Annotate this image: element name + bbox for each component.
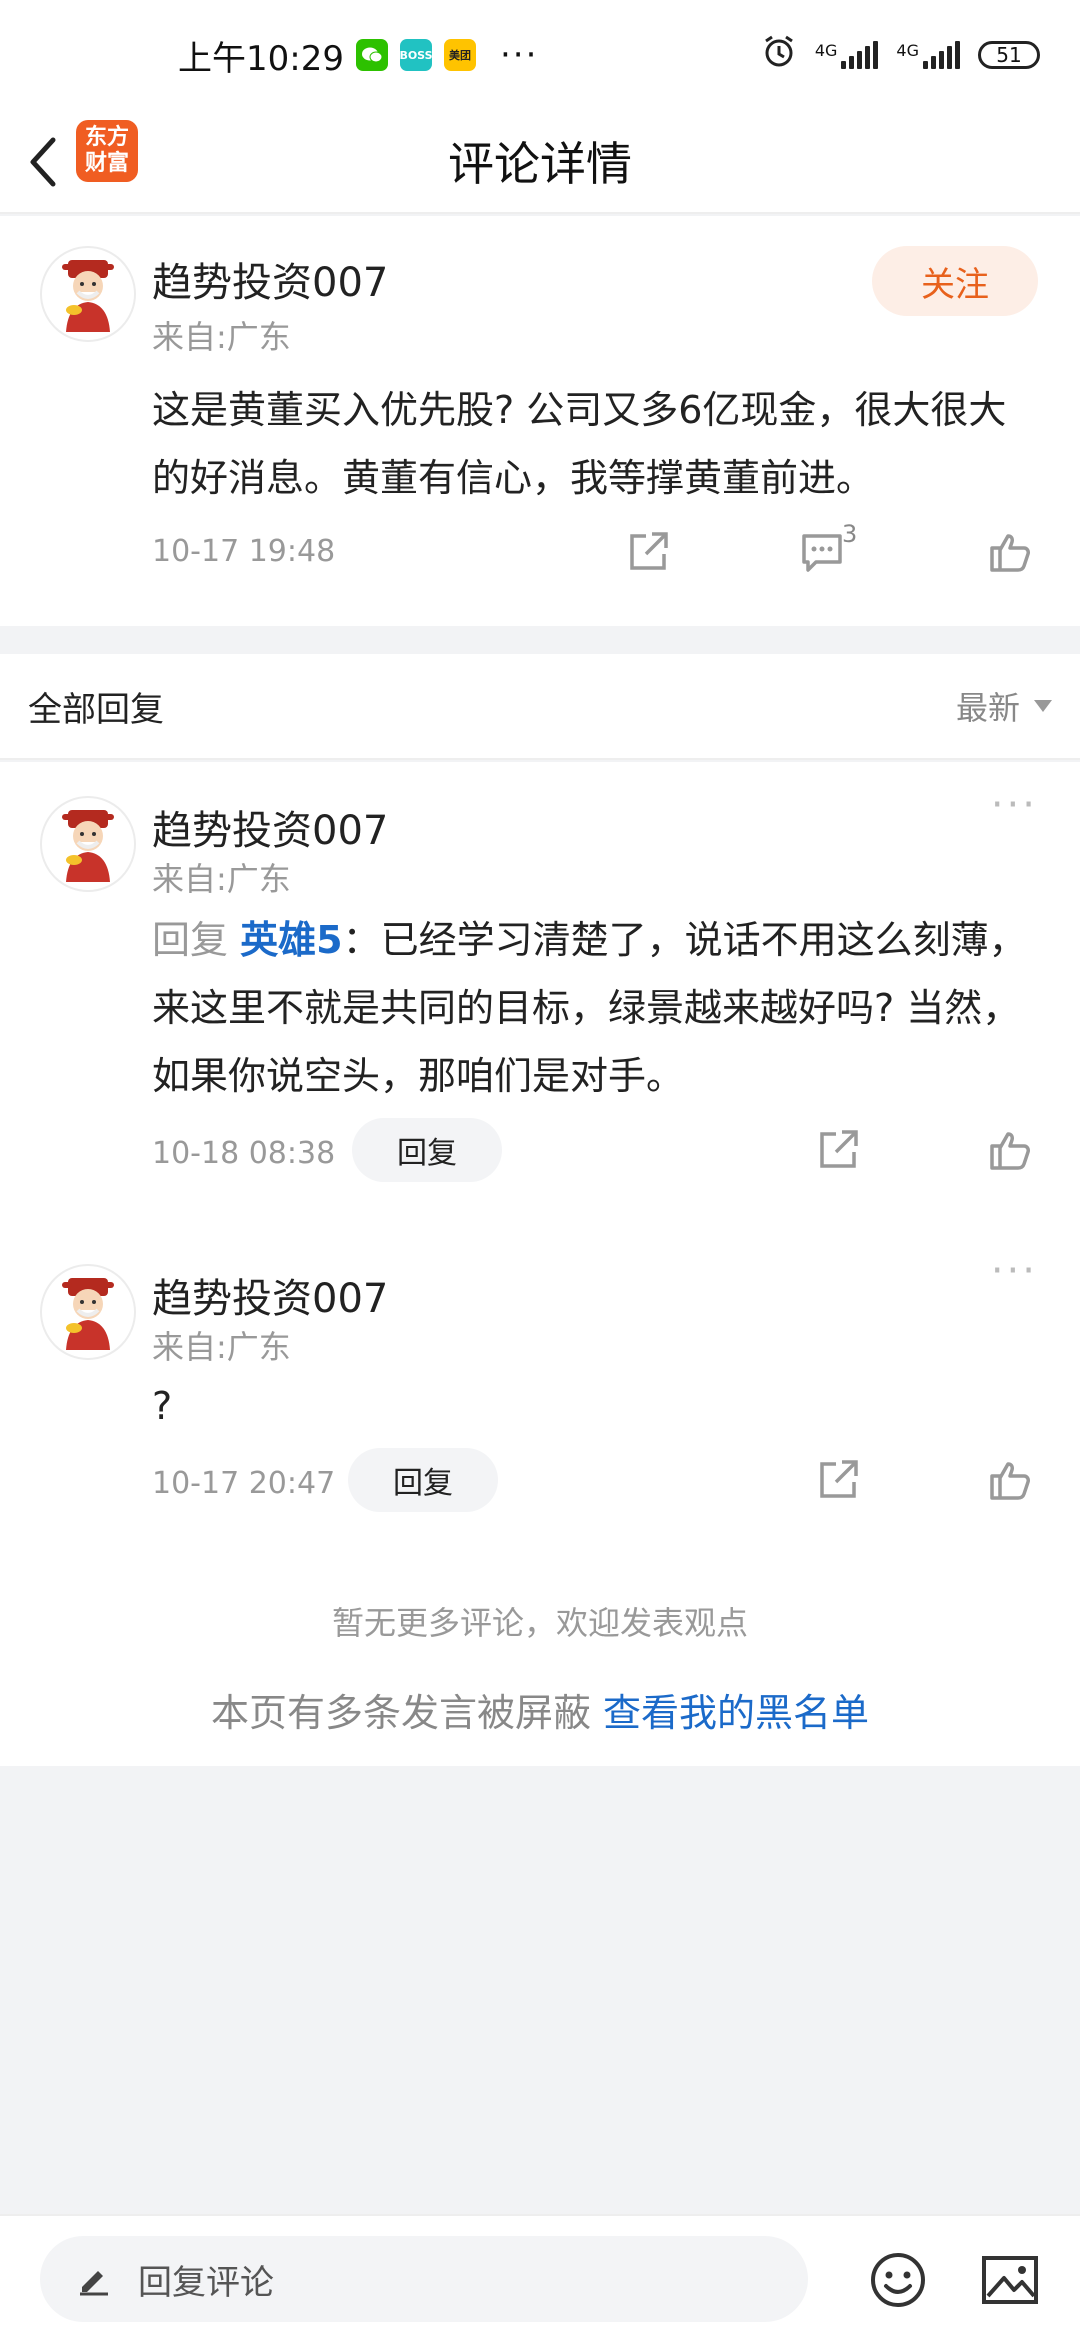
emoji-icon[interactable] bbox=[868, 2250, 928, 2310]
battery-icon: 51 bbox=[978, 41, 1040, 69]
sort-label: 最新 bbox=[955, 689, 1020, 727]
avatar[interactable] bbox=[40, 246, 136, 342]
like-icon[interactable] bbox=[986, 1456, 1034, 1504]
reply-location: 来自:广东 bbox=[152, 1328, 291, 1366]
app-logo[interactable]: 东方 财富 bbox=[76, 120, 138, 182]
comment-username[interactable]: 趋势投资007 bbox=[152, 250, 388, 308]
like-icon[interactable] bbox=[986, 1126, 1034, 1174]
comment-text: 这是黄董买入优先股? 公司又多6亿现金，很大很大的好消息。黄董有信心，我等撑黄董… bbox=[152, 388, 1007, 500]
meituan-app-icon: 美团 bbox=[443, 39, 476, 71]
pencil-icon bbox=[80, 2271, 108, 2296]
reply-time: 10-17 20:47 bbox=[152, 1466, 336, 1501]
reply-list: 趋势投资007 来自:广东 ··· 回复 英雄5：已经学习清楚了，说话不用这么刻… bbox=[0, 762, 1080, 1766]
view-blacklist-link[interactable]: 查看我的黑名单 bbox=[603, 1691, 869, 1735]
reply-text: 回复 英雄5：已经学习清楚了，说话不用这么刻薄，来这里不就是共同的目标，绿景越来… bbox=[152, 918, 1027, 1098]
alarm-icon bbox=[761, 33, 797, 78]
signal-2-icon: 4G bbox=[896, 41, 960, 69]
reply-comment-input[interactable]: 回复评论 bbox=[40, 2236, 808, 2322]
section-title: 全部回复 bbox=[28, 689, 164, 730]
avatar[interactable] bbox=[40, 1264, 136, 1360]
reply-time: 10-18 08:38 bbox=[152, 1136, 336, 1171]
comment-location: 来自:广东 bbox=[152, 318, 291, 356]
caret-down-icon bbox=[1034, 700, 1052, 712]
reply-location: 来自:广东 bbox=[152, 860, 291, 898]
reply-username[interactable]: 趋势投资007 bbox=[152, 1266, 388, 1324]
replies-section-header: 全部回复 最新 bbox=[0, 654, 1080, 760]
blocked-notice: 本页有多条发言被屏蔽 查看我的黑名单 bbox=[210, 1691, 870, 1735]
reply-button[interactable]: 回复 bbox=[348, 1448, 498, 1512]
comment-icon[interactable] bbox=[798, 528, 846, 576]
no-more-comments-text: 暂无更多评论，欢迎发表观点 bbox=[331, 1604, 748, 1642]
main-comment: 趋势投资007 来自:广东 关注 这是黄董买入优先股? 公司又多6亿现金，很大很… bbox=[0, 216, 1080, 626]
mention-link[interactable]: 英雄5 bbox=[240, 918, 342, 962]
comment-time: 10-17 19:48 bbox=[152, 534, 336, 569]
more-notifications-icon: ··· bbox=[499, 35, 539, 75]
caishen-avatar-icon bbox=[62, 1278, 114, 1350]
share-icon[interactable] bbox=[624, 528, 672, 576]
page-title: 评论详情 bbox=[448, 137, 632, 191]
status-time: 上午10:29 bbox=[178, 38, 344, 79]
share-icon[interactable] bbox=[814, 1126, 862, 1174]
follow-button[interactable]: 关注 bbox=[872, 246, 1038, 316]
reply-username[interactable]: 趋势投资007 bbox=[152, 798, 388, 856]
bottom-bar: 回复评论 bbox=[0, 2214, 1080, 2340]
image-icon[interactable] bbox=[980, 2250, 1040, 2310]
reply-button[interactable]: 回复 bbox=[352, 1118, 502, 1182]
sort-dropdown[interactable]: 最新 bbox=[956, 683, 1052, 729]
more-options-icon[interactable]: ··· bbox=[991, 782, 1038, 828]
caishen-avatar-icon bbox=[62, 260, 114, 332]
wechat-icon bbox=[355, 39, 388, 71]
status-bar: 上午10:29 BOSS 美团 ··· 4G 4G 51 bbox=[0, 0, 1080, 110]
reply-text: ? bbox=[152, 1384, 173, 1428]
reply-count-badge: 3 bbox=[842, 520, 858, 548]
chevron-left-icon bbox=[30, 137, 56, 187]
page-header: 东方 财富 评论详情 bbox=[0, 110, 1080, 214]
caishen-avatar-icon bbox=[62, 810, 114, 882]
signal-1-icon: 4G bbox=[815, 41, 879, 69]
more-options-icon[interactable]: ··· bbox=[991, 1248, 1038, 1294]
like-icon[interactable] bbox=[986, 528, 1034, 576]
back-button[interactable] bbox=[20, 134, 64, 190]
boss-app-icon: BOSS bbox=[399, 39, 433, 71]
avatar[interactable] bbox=[40, 796, 136, 892]
share-icon[interactable] bbox=[814, 1456, 862, 1504]
